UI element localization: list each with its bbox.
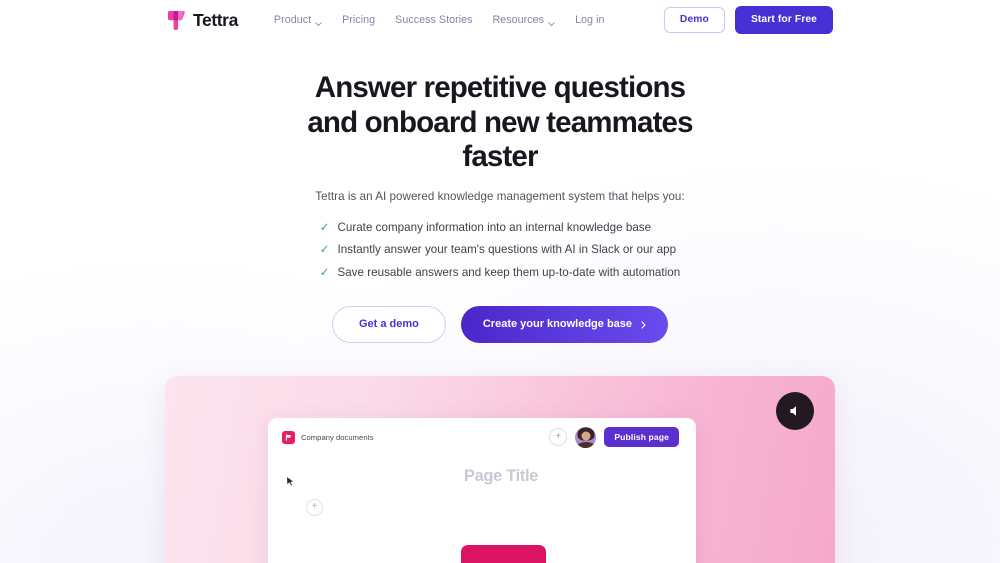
hero-title-line-2: onboard new teammates faster (364, 105, 694, 174)
plus-icon: + (311, 501, 318, 512)
start-for-free-button[interactable]: Start for Free (734, 5, 833, 35)
breadcrumb[interactable]: Company documents (282, 430, 374, 444)
hero-subtitle: Tettra is an AI powered knowledge manage… (315, 189, 685, 203)
list-item: ✓ Save reusable answers and keep them up… (320, 262, 680, 285)
benefit-label: Instantly answer your team's questions w… (337, 243, 677, 256)
publish-page-button[interactable]: Publish page (604, 426, 679, 448)
insert-block-button[interactable]: + (306, 498, 323, 516)
mute-toggle-button[interactable] (776, 392, 814, 430)
nav-item-pricing[interactable]: Pricing (332, 8, 385, 32)
app-topbar: Company documents + Publish page (268, 418, 696, 456)
app-editor-body: Page Title + (268, 456, 696, 516)
benefit-label: Curate company information into an inter… (337, 220, 652, 234)
speaker-mute-icon (788, 404, 802, 418)
nav-item-product[interactable]: Product (264, 8, 332, 32)
hero-section: Answer repetitive questions and onboard … (0, 40, 1000, 563)
chevron-down-icon (315, 18, 322, 27)
brand-logo-link[interactable]: Tettra (167, 10, 238, 31)
hero-media-wrapper: Company documents + Publish page Page Ti… (0, 376, 1000, 563)
create-knowledge-base-button[interactable]: Create your knowledge base (460, 306, 669, 343)
hero-media-frame: Company documents + Publish page Page Ti… (165, 376, 835, 563)
avatar[interactable] (575, 426, 597, 448)
check-icon: ✓ (319, 244, 330, 256)
nav-item-label: Success Stories (395, 14, 473, 26)
app-topbar-actions: + Publish page (549, 426, 679, 448)
page-title-input[interactable]: Page Title (306, 468, 696, 485)
nav-item-label: Product (273, 14, 312, 26)
tettra-flag-logo-icon (167, 10, 186, 30)
chevron-down-icon (548, 18, 555, 27)
check-icon: ✓ (319, 266, 330, 279)
avatar-body (576, 441, 595, 448)
breadcrumb-label: Company documents (301, 432, 374, 442)
avatar-face (581, 431, 591, 441)
nav-item-label: Log in (575, 14, 605, 26)
plus-icon: + (555, 431, 562, 442)
benefit-list: ✓ Curate company information into an int… (320, 217, 680, 285)
demo-button[interactable]: Demo (663, 6, 725, 34)
flag-icon (282, 430, 295, 444)
list-item: ✓ Instantly answer your team's questions… (320, 239, 680, 262)
get-a-demo-button[interactable]: Get a demo (331, 306, 446, 343)
header-actions: Demo Start for Free (663, 5, 833, 35)
benefit-label: Save reusable answers and keep them up-t… (337, 265, 681, 279)
nav-item-log-in[interactable]: Log in (565, 8, 614, 32)
create-knowledge-base-label: Create your knowledge base (482, 318, 633, 330)
page-title: Answer repetitive questions and onboard … (290, 71, 710, 175)
cta-row: Get a demo Create your knowledge base (0, 306, 1000, 343)
add-collaborator-button[interactable]: + (549, 428, 568, 446)
chevron-right-icon (641, 320, 646, 329)
list-item: ✓ Curate company information into an int… (320, 217, 680, 240)
main-navigation: Product Pricing Success Stories Resource… (264, 8, 615, 32)
video-play-button[interactable] (461, 545, 546, 563)
nav-item-resources[interactable]: Resources (483, 8, 566, 32)
app-preview-window: Company documents + Publish page Page Ti… (268, 418, 696, 563)
site-header: Tettra Product Pricing Success Stories R… (0, 0, 1000, 40)
brand-name: Tettra (193, 9, 238, 30)
nav-item-success-stories[interactable]: Success Stories (385, 8, 482, 32)
nav-item-label: Pricing (342, 14, 376, 26)
nav-item-label: Resources (492, 14, 545, 26)
text-cursor-icon (286, 476, 295, 487)
check-icon: ✓ (319, 221, 330, 234)
